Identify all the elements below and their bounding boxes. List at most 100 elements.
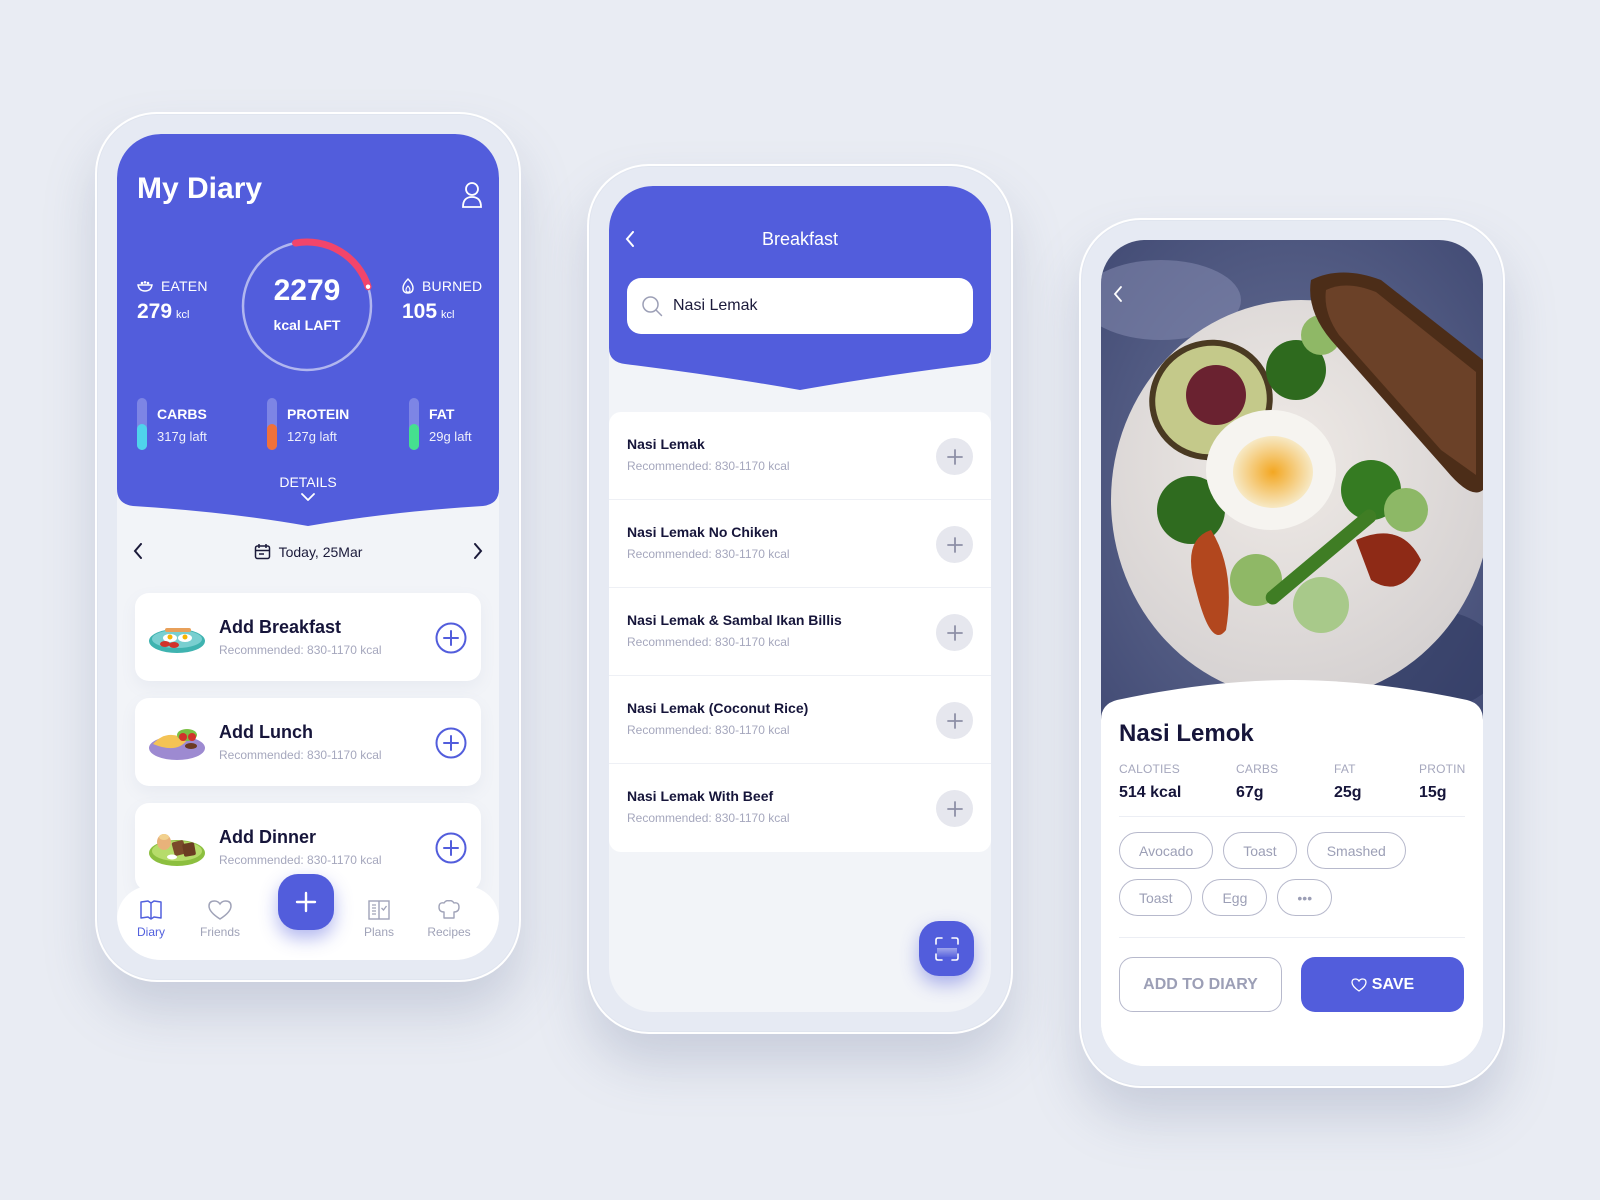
- barcode-scan-button[interactable]: [919, 921, 974, 976]
- result-item[interactable]: Nasi Lemak With Beef Recommended: 830-11…: [609, 764, 991, 852]
- search-input[interactable]: [673, 297, 943, 315]
- eaten-unit: kcl: [176, 309, 190, 321]
- heart-icon: [208, 900, 232, 920]
- meal-subtitle: Recommended: 830-1170 kcal: [219, 748, 382, 762]
- nutrition-fat: FAT 25g: [1334, 762, 1362, 802]
- save-label: SAVE: [1371, 975, 1415, 993]
- nutrition-calories: CALOTIES 514 kcal: [1119, 762, 1181, 802]
- plus-icon: [295, 891, 317, 913]
- tag-chip[interactable]: Toast: [1119, 879, 1193, 916]
- tab-recipes[interactable]: Recipes: [419, 900, 479, 939]
- carbs-label: CARBS: [157, 406, 207, 422]
- date-text: Today, 25Mar: [278, 543, 363, 560]
- result-item[interactable]: Nasi Lemak (Coconut Rice) Recommended: 8…: [609, 676, 991, 764]
- search-icon: [642, 296, 663, 317]
- details-toggle[interactable]: DETAILS: [117, 474, 499, 501]
- phone-frame-search: Breakfast Nasi Lemak Recommended: 830-11…: [587, 164, 1013, 1034]
- protein-left: 127g laft: [287, 429, 337, 444]
- tab-diary[interactable]: Diary: [121, 900, 181, 939]
- add-circle-icon[interactable]: [435, 727, 467, 759]
- calories-left-value: 2279: [273, 274, 341, 307]
- food-detail-card: Nasi Lemok CALOTIES 514 kcal CARBS 67g F…: [1101, 680, 1483, 1066]
- lunch-plate-icon: [149, 729, 205, 760]
- meal-subtitle: Recommended: 830-1170 kcal: [219, 643, 382, 657]
- nutrition-label: CARBS: [1236, 762, 1279, 776]
- nutrition-label: CALOTIES: [1119, 762, 1180, 776]
- date-display[interactable]: Today, 25Mar: [117, 543, 499, 560]
- more-tags-button[interactable]: •••: [1277, 879, 1333, 916]
- dinner-plate-icon: [149, 834, 205, 866]
- food-name: Nasi Lemok: [1119, 720, 1254, 747]
- tab-plans[interactable]: Plans: [349, 900, 409, 939]
- protein-label: PROTEIN: [287, 406, 350, 422]
- chevron-right-icon[interactable]: [473, 543, 483, 559]
- tab-label: Plans: [363, 925, 395, 939]
- meal-card-breakfast[interactable]: Add Breakfast Recommended: 830-1170 kcal: [135, 593, 481, 681]
- bowl-icon: [137, 281, 153, 292]
- add-entry-button[interactable]: [278, 874, 334, 930]
- meal-card-lunch[interactable]: Add Lunch Recommended: 830-1170 kcal: [135, 698, 481, 786]
- result-item[interactable]: Nasi Lemak No Chiken Recommended: 830-11…: [609, 500, 991, 588]
- add-result-button[interactable]: [936, 438, 973, 475]
- macro-carbs: CARBS 317g laft: [137, 398, 207, 450]
- burned-stat: BURNED 105 kcl: [402, 278, 482, 324]
- user-profile-icon[interactable]: [461, 181, 483, 209]
- nutrition-label: PROTIN: [1419, 762, 1466, 776]
- tab-label: Diary: [136, 925, 165, 939]
- plus-icon: [946, 712, 963, 729]
- add-circle-icon[interactable]: [435, 622, 467, 654]
- protein-bar: [267, 398, 277, 450]
- burned-value: 105: [402, 300, 438, 323]
- tag-chip[interactable]: Smashed: [1306, 832, 1406, 869]
- result-title: Nasi Lemak No Chiken: [627, 524, 778, 540]
- add-result-button[interactable]: [936, 790, 973, 827]
- fat-label: FAT: [429, 406, 455, 422]
- fat-left: 29g laft: [429, 429, 472, 444]
- add-circle-icon[interactable]: [435, 832, 467, 864]
- tab-friends[interactable]: Friends: [190, 900, 250, 939]
- diary-header: My Diary EATEN 279 kcl 2279 kcal LAFT BU…: [117, 134, 499, 529]
- carbs-left: 317g laft: [157, 429, 207, 444]
- eaten-label: EATEN: [161, 278, 208, 294]
- tag-chip[interactable]: Toast: [1223, 832, 1297, 869]
- add-result-button[interactable]: [936, 614, 973, 651]
- macro-fat: FAT 29g laft: [409, 398, 472, 450]
- nutrition-value: 67g: [1236, 784, 1264, 801]
- tag-chip[interactable]: Egg: [1202, 879, 1268, 916]
- flame-icon: [402, 278, 414, 294]
- calories-left-label: kcal LAFT: [273, 317, 341, 333]
- search-results-list: Nasi Lemak Recommended: 830-1170 kcal Na…: [609, 412, 991, 852]
- divider: [1119, 937, 1465, 938]
- nutrition-value: 25g: [1334, 784, 1362, 801]
- nutrition-value: 514 kcal: [1119, 784, 1182, 801]
- result-subtitle: Recommended: 830-1170 kcal: [627, 635, 790, 649]
- add-to-diary-button[interactable]: ADD TO DIARY: [1119, 957, 1282, 1012]
- search-field[interactable]: [627, 278, 973, 334]
- add-result-button[interactable]: [936, 526, 973, 563]
- meal-title: Add Dinner: [219, 827, 316, 847]
- macro-protein: PROTEIN 127g laft: [267, 398, 349, 450]
- nutrition-carbs: CARBS 67g: [1236, 762, 1278, 802]
- chef-hat-icon: [438, 900, 460, 919]
- save-button[interactable]: SAVE: [1301, 957, 1464, 1012]
- result-item[interactable]: Nasi Lemak & Sambal Ikan Billis Recommen…: [609, 588, 991, 676]
- plus-icon: [946, 536, 963, 553]
- meal-title: Add Lunch: [219, 722, 313, 742]
- diary-screen: My Diary EATEN 279 kcl 2279 kcal LAFT BU…: [117, 134, 499, 960]
- food-detail-screen: Nasi Lemok CALOTIES 514 kcal CARBS 67g F…: [1101, 240, 1483, 1066]
- carbs-bar: [137, 398, 147, 450]
- page-title: My Diary: [137, 172, 263, 205]
- breakfast-plate-icon: [149, 628, 205, 653]
- tag-chip[interactable]: Avocado: [1119, 832, 1214, 869]
- back-chevron-icon[interactable]: [1113, 286, 1123, 302]
- result-item[interactable]: Nasi Lemak Recommended: 830-1170 kcal: [609, 412, 991, 500]
- result-subtitle: Recommended: 830-1170 kcal: [627, 811, 790, 825]
- add-result-button[interactable]: [936, 702, 973, 739]
- result-title: Nasi Lemak With Beef: [627, 788, 774, 804]
- checklist-icon: [368, 900, 390, 920]
- book-icon: [140, 900, 162, 920]
- date-navigator: Today, 25Mar: [117, 537, 499, 567]
- plus-icon: [946, 800, 963, 817]
- plus-icon: [946, 624, 963, 641]
- nutrition-protein: PROTIN 15g: [1419, 762, 1466, 802]
